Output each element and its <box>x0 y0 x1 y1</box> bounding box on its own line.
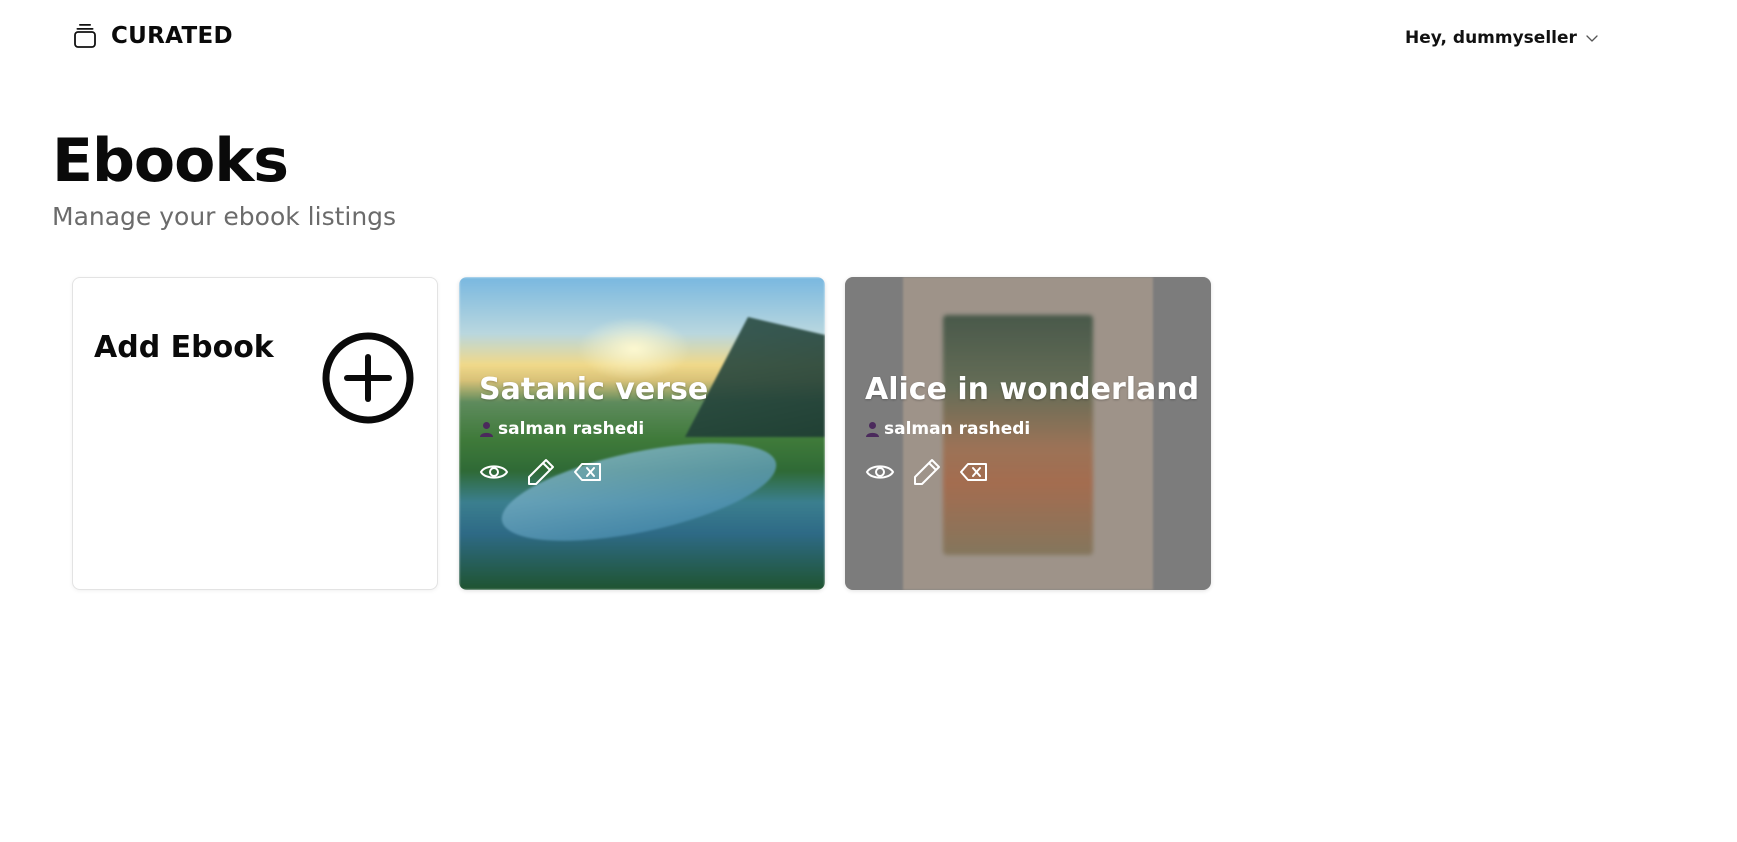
user-icon <box>480 422 493 437</box>
user-menu-dropdown[interactable]: Hey, dummyseller <box>1405 28 1599 48</box>
add-ebook-label: Add Ebook <box>94 330 274 365</box>
ebook-card[interactable]: Alice in wonderland salman rashedi <box>845 277 1211 590</box>
page-title: Ebooks <box>52 126 289 196</box>
user-greeting: Hey, dummyseller <box>1405 28 1577 48</box>
book-author: salman rashedi <box>884 419 1031 439</box>
brand-name: CURATED <box>111 23 233 49</box>
edit-icon[interactable] <box>526 457 556 487</box>
chevron-down-icon <box>1586 35 1598 42</box>
book-title: Alice in wonderland <box>865 372 1200 407</box>
view-icon[interactable] <box>865 457 895 487</box>
stack-icon <box>74 24 96 48</box>
view-icon[interactable] <box>479 457 509 487</box>
delete-icon[interactable] <box>959 457 989 487</box>
brand-logo-link[interactable]: CURATED <box>73 22 233 50</box>
user-icon <box>866 422 879 437</box>
add-ebook-card[interactable]: Add Ebook <box>72 277 438 590</box>
edit-icon[interactable] <box>912 457 942 487</box>
delete-icon[interactable] <box>573 457 603 487</box>
book-title: Satanic verse <box>479 372 709 407</box>
top-header: CURATED Hey, dummyseller <box>0 0 1737 80</box>
book-author: salman rashedi <box>498 419 645 439</box>
ebook-card[interactable]: Satanic verse salman rashedi <box>459 277 825 590</box>
page-subtitle: Manage your ebook listings <box>52 202 397 231</box>
plus-circle-icon <box>322 332 414 424</box>
